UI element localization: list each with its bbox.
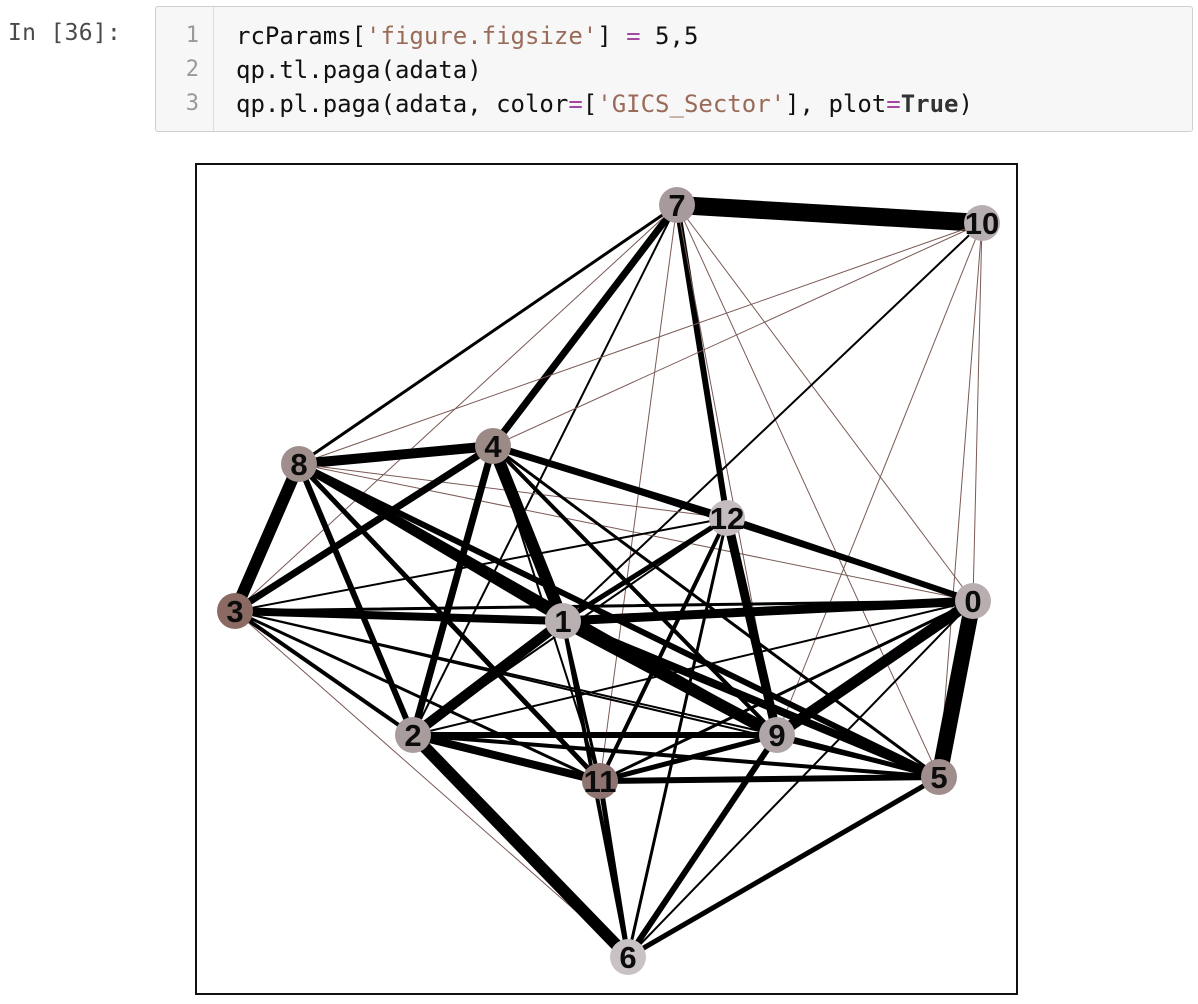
graph-node-label: 8 [290,447,307,482]
line-number: 1 [185,23,199,48]
graph-node-label: 12 [710,501,744,536]
code-token: qp.pl.paga(adata, color [236,90,569,118]
line-number: 2 [185,57,199,82]
code-token: ) [958,90,973,118]
code-token: rcParams[ [236,22,367,50]
graph-node-label: 7 [668,188,685,223]
graph-edge [668,196,991,232]
code-token: ] [597,22,627,50]
code-line-1[interactable]: rcParams['figure.figsize'] = 5,5 [236,22,698,50]
edge-layer [229,196,991,963]
graph-edge [297,203,679,466]
graph-edge [625,774,942,960]
graph-edge [776,222,983,736]
code-input-cell[interactable]: 1 2 3 rcParams['figure.figsize'] = 5,5 q… [155,6,1193,132]
code-token: [ [582,90,598,118]
graph-node-label: 1 [554,604,571,639]
graph-edge [562,222,983,622]
graph-edge [724,515,976,604]
code-token: 'GICS_Sector' [597,90,786,118]
code-line-3[interactable]: qp.pl.paga(adata, color=['GICS_Sector'],… [236,90,973,118]
code-token: ], plot [785,90,887,118]
line-number: 3 [185,91,199,116]
graph-node-label: 9 [768,718,785,753]
code-token: = [568,90,583,118]
cell-prompt: In [36]: [8,20,122,46]
graph-edge [231,607,567,625]
graph-node-label: 2 [404,718,421,753]
code-token: True [900,90,959,118]
graph-node-label: 6 [619,940,636,975]
graph-node-label: 4 [484,429,502,464]
graph-node-label: 0 [964,584,981,619]
graph-node-label: 5 [930,760,947,795]
code-token: = [886,90,901,118]
graph-node-label: 11 [584,764,617,799]
code-line-2[interactable]: qp.tl.paga(adata) [236,56,482,84]
graph-edge [676,204,940,778]
output-plot-area: 0 1 2 3 4 5 6 7 8 9 10 11 12 [195,163,1018,995]
code-token: qp.tl.paga(adata) [236,56,482,84]
code-token: = [626,22,641,50]
paga-graph: 0123456789101112 [217,187,1000,975]
code-token: 'figure.figsize' [366,22,598,50]
code-token: 5,5 [640,22,699,50]
graph-edge [298,222,983,465]
graph-node-label: 3 [226,594,243,629]
graph-edge [492,222,983,447]
graph-node-label: 10 [965,206,999,241]
line-number-gutter: 1 2 3 [156,7,214,131]
graph-edge [597,774,942,784]
